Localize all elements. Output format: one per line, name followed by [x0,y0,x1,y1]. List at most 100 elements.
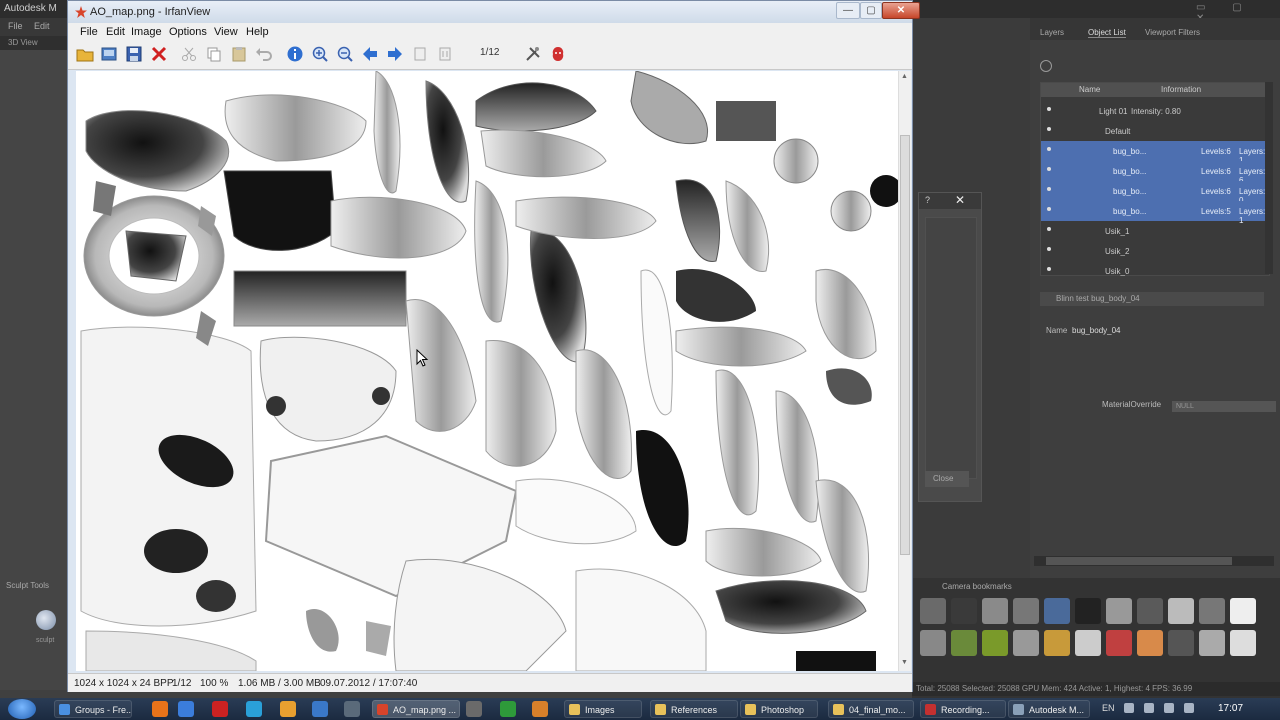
stencil-swatch[interactable] [951,630,977,656]
zoom-out-icon[interactable] [336,45,354,63]
stencil-swatch[interactable] [1230,630,1256,656]
flag-icon[interactable] [1164,703,1174,713]
volume-icon[interactable] [1184,703,1194,713]
undo-icon[interactable] [255,45,273,63]
tab-viewport-filters[interactable]: Viewport Filters [1145,28,1200,37]
app-icon[interactable] [312,701,328,717]
firefox-icon[interactable] [152,701,168,717]
stencil-swatch[interactable] [1075,630,1101,656]
visibility-icon[interactable] [1047,107,1051,111]
vertical-scrollbar[interactable]: ▲ ▼ [898,71,911,671]
stencil-swatch[interactable] [920,630,946,656]
menu-file[interactable]: File [80,26,98,38]
name-value[interactable]: bug_body_04 [1072,326,1121,335]
paste-icon[interactable] [230,45,248,63]
object-list-scrollbar[interactable] [1265,82,1273,274]
copy-icon[interactable] [205,45,223,63]
stencil-swatch[interactable] [1013,630,1039,656]
menu-options[interactable]: Options [169,26,207,38]
scroll-down-icon[interactable]: ▼ [901,659,908,666]
column-header-information[interactable]: Information [1161,85,1201,94]
menu-view[interactable]: View [214,26,238,38]
menu-help[interactable]: Help [246,26,269,38]
column-header-name[interactable]: Name [1079,85,1100,94]
info-icon[interactable] [286,45,304,63]
clock[interactable]: 17:07 [1218,703,1243,714]
stamp-swatch[interactable] [982,598,1008,624]
properties-icon[interactable] [524,45,542,63]
tool-icon[interactable] [466,701,482,717]
object-list-row[interactable]: Default [1041,121,1269,141]
taskbar-item[interactable]: Groups - Fre... [54,700,132,718]
visibility-icon[interactable] [1047,227,1051,231]
cut-icon[interactable] [180,45,198,63]
sculpt-tools-label[interactable]: Sculpt Tools [6,581,49,590]
object-list-row[interactable]: Light 01 Intensity: 0.80 [1041,101,1269,121]
tab-object-list[interactable]: Object List [1088,28,1126,38]
refresh-icon[interactable] [1040,60,1052,72]
slideshow-icon[interactable] [100,45,118,63]
taskbar-item[interactable]: References [650,700,738,718]
first-page-icon[interactable] [411,45,429,63]
object-list-row[interactable]: bug_bo...Levels:6Layers: 0 [1041,181,1269,205]
material-override-field[interactable]: NULL [1172,401,1276,412]
tab-layers[interactable]: Layers [1040,28,1064,37]
irfanview-about-icon[interactable] [549,45,567,63]
stencil-swatch[interactable] [1168,630,1194,656]
visibility-icon[interactable] [1047,207,1051,211]
dialog-close-button[interactable]: Close [925,471,969,487]
object-list-row[interactable]: bug_bo...Levels:6Layers: 1 [1041,141,1269,165]
stencil-swatch[interactable] [1044,630,1070,656]
object-list-row[interactable]: Usik_2 [1041,241,1269,261]
taskbar-item[interactable]: Recording... [920,700,1006,718]
stamp-swatch[interactable] [1137,598,1163,624]
stamp-swatch[interactable] [1199,598,1225,624]
minimize-button[interactable]: — [836,2,860,19]
stencil-swatch[interactable] [982,630,1008,656]
save-icon[interactable] [125,45,143,63]
stencil-swatch[interactable] [1199,630,1225,656]
taskbar-item[interactable]: 04_final_mo... [828,700,914,718]
tab-3d-view[interactable]: 3D View [0,36,70,50]
network-icon[interactable] [1144,703,1154,713]
visibility-icon[interactable] [1047,127,1051,131]
taskbar-item[interactable]: Images [564,700,642,718]
menu-image[interactable]: Image [131,26,162,38]
visibility-icon[interactable] [1047,147,1051,151]
background-menu-edit[interactable]: Edit [34,21,50,31]
taskbar-item[interactable]: Autodesk M... [1008,700,1090,718]
taskbar-item[interactable]: AO_map.png ... [372,700,460,718]
irfanview-titlebar[interactable]: AO_map.png - IrfanView — ▢ ✕ [68,1,920,23]
filezilla-icon[interactable] [212,701,228,717]
media-icon[interactable] [532,701,548,717]
chrome-icon[interactable] [178,701,194,717]
maximize-button[interactable]: ▢ [860,2,882,19]
stamp-swatch[interactable] [1013,598,1039,624]
scroll-up-icon[interactable]: ▲ [901,73,908,80]
help-icon[interactable]: ? [925,195,930,205]
stamp-swatch[interactable] [1106,598,1132,624]
stamp-swatch[interactable] [1075,598,1101,624]
stamp-swatch[interactable] [1230,598,1256,624]
language-indicator[interactable]: EN [1102,703,1115,713]
stamp-swatch[interactable] [1044,598,1070,624]
camera-bookmarks-title[interactable]: Camera bookmarks [942,582,1012,591]
stamp-swatch[interactable] [1168,598,1194,624]
menu-edit[interactable]: Edit [106,26,125,38]
shader-section-header[interactable]: Blinn test bug_body_04 [1040,292,1264,306]
sculpt-tool-icon[interactable] [36,610,56,630]
object-list-row[interactable]: Usik_0 [1041,261,1269,281]
notepad-icon[interactable] [344,701,360,717]
object-list-row[interactable]: bug_bo... Levels:5 Layers: 1 [1041,201,1269,225]
object-list-row[interactable]: bug_bo...Levels:6Layers: 6 [1041,161,1269,185]
zoom-in-icon[interactable] [311,45,329,63]
visibility-icon[interactable] [1047,267,1051,271]
previous-icon[interactable] [361,45,379,63]
background-menu-file[interactable]: File [8,21,23,31]
last-page-icon[interactable] [436,45,454,63]
excel-icon[interactable] [500,701,516,717]
delete-icon[interactable] [150,45,168,63]
vertical-scroll-thumb[interactable] [900,135,910,555]
taskbar-item[interactable]: Photoshop [740,700,818,718]
stamp-swatch[interactable] [951,598,977,624]
